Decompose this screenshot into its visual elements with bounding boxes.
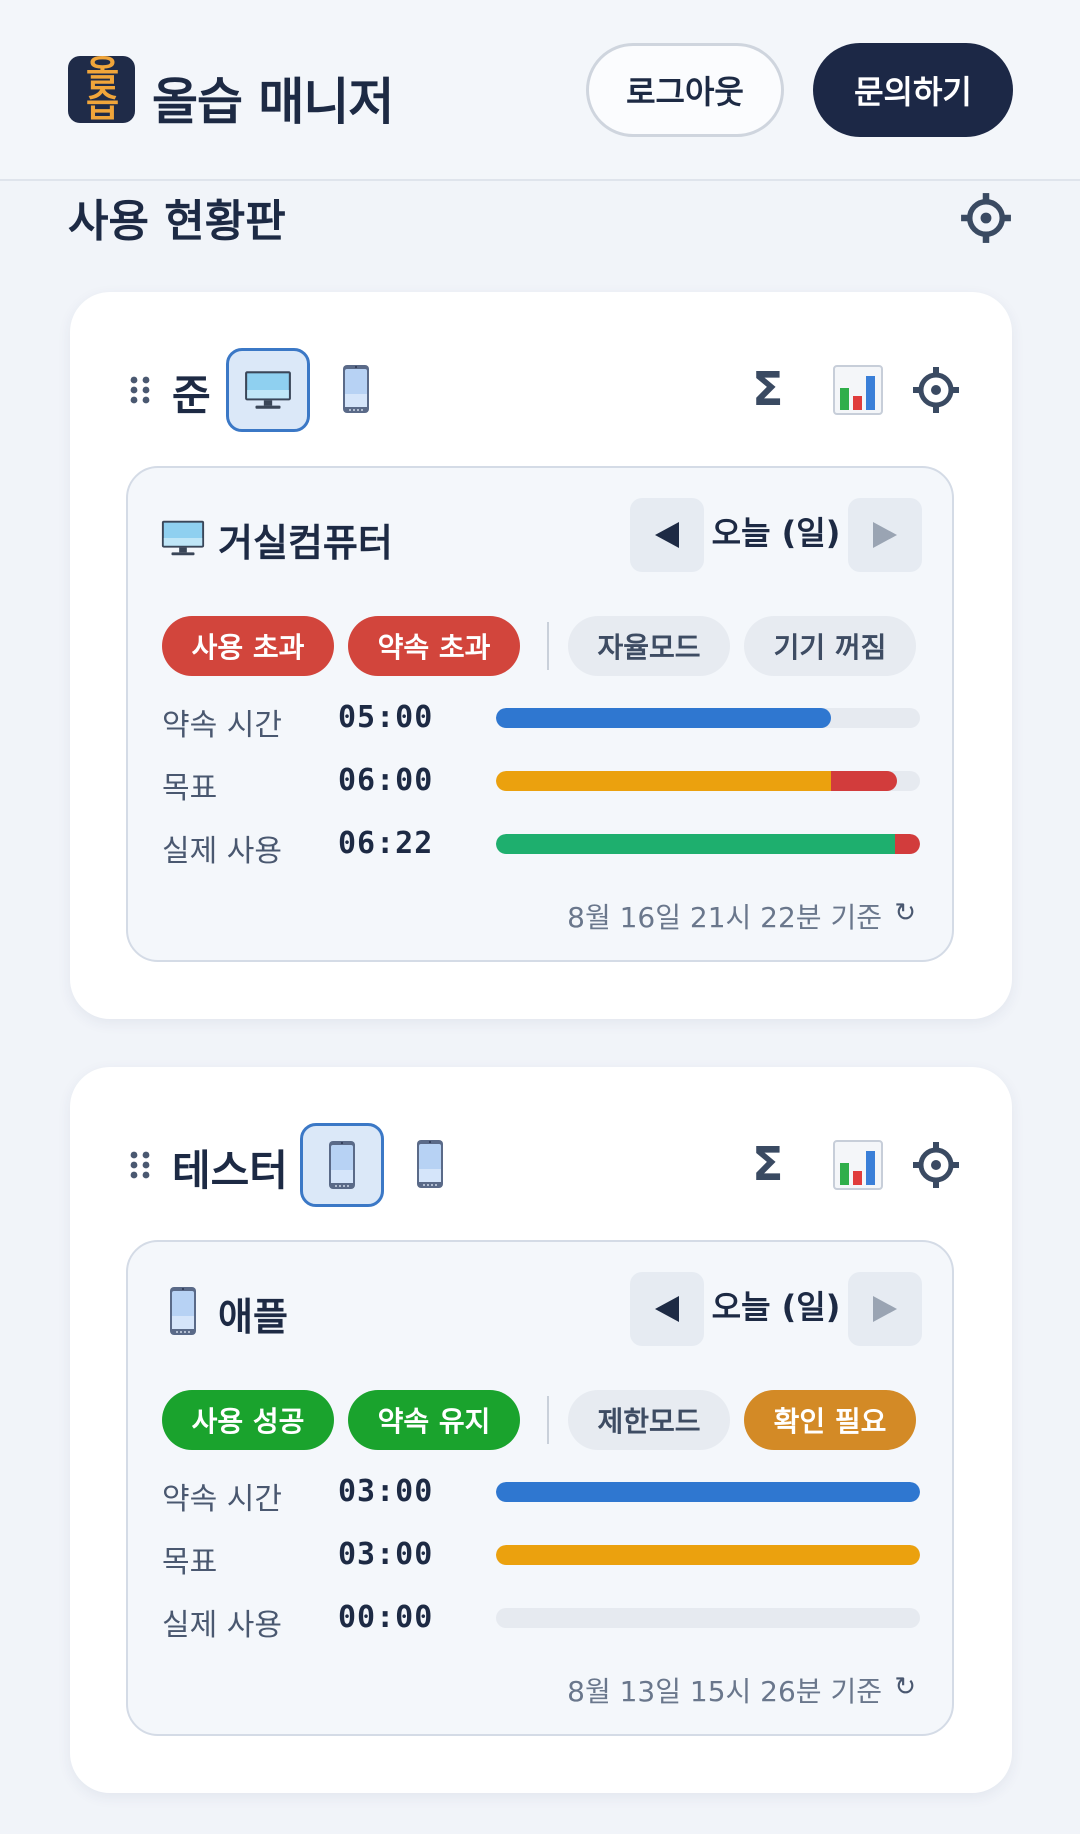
phone-icon	[168, 1286, 198, 1336]
prev-day-button[interactable]	[630, 1272, 704, 1346]
row-value: 06:22	[338, 826, 434, 861]
bar-chart-icon[interactable]	[832, 364, 884, 416]
row-value: 06:00	[338, 763, 434, 798]
refresh-icon[interactable]: ↻	[894, 1672, 916, 1702]
progress-fill	[496, 708, 831, 728]
progress-fill	[496, 1482, 920, 1502]
user-name: 테스터	[172, 1146, 288, 1195]
row-label: 약속 시간	[162, 708, 282, 743]
progress-fill	[496, 1545, 920, 1565]
row-label: 실제 사용	[162, 1608, 282, 1643]
next-day-button[interactable]	[848, 1272, 922, 1346]
gear-icon[interactable]	[912, 1141, 960, 1189]
row-value: 03:00	[338, 1537, 434, 1572]
updated-timestamp: 8월 13일 15시 26분 기준	[567, 1675, 882, 1708]
next-day-button[interactable]	[848, 498, 922, 572]
device-tab-monitor[interactable]	[226, 348, 310, 432]
phone-icon	[415, 1139, 445, 1189]
row-value: 00:00	[338, 1600, 434, 1635]
sigma-icon[interactable]: Σ	[752, 1137, 783, 1191]
mode-badge: 제한모드	[568, 1390, 730, 1450]
badge-divider	[547, 622, 549, 670]
chevron-left-icon	[655, 1296, 679, 1322]
attention-badge: 확인 필요	[744, 1390, 916, 1450]
user-card: 준 Σ 거실컴퓨터 오늘 (일) 사용 초과 약속 초과 자율모드 기기 꺼짐 …	[70, 292, 1012, 1019]
status-badge: 사용 성공	[162, 1390, 334, 1450]
drag-handle-icon[interactable]	[128, 375, 152, 405]
top-bar: 올 습 올습 매니저 로그아웃 문의하기	[0, 0, 1080, 181]
badge-divider	[547, 1396, 549, 1444]
chevron-right-icon	[873, 1296, 897, 1322]
app-logo: 올 습	[68, 56, 135, 123]
phone-icon	[341, 364, 371, 414]
date-label: 오늘 (일)	[711, 514, 841, 552]
progress-fill	[496, 771, 831, 791]
refresh-icon[interactable]: ↻	[894, 898, 916, 928]
progress-bar	[496, 1482, 920, 1502]
row-value: 05:00	[338, 700, 434, 735]
drag-handle-icon[interactable]	[128, 1150, 152, 1180]
progress-bar	[496, 834, 920, 854]
updated-timestamp: 8월 16일 21시 22분 기준	[567, 901, 882, 934]
bar-chart-icon[interactable]	[832, 1139, 884, 1191]
progress-bar	[496, 771, 920, 791]
row-label: 목표	[162, 1545, 218, 1580]
chevron-right-icon	[873, 522, 897, 548]
prev-day-button[interactable]	[630, 498, 704, 572]
app-title: 올습 매니저	[152, 73, 394, 131]
device-tab-phone[interactable]	[336, 362, 376, 416]
device-panel: 애플 오늘 (일) 사용 성공 약속 유지 제한모드 확인 필요 약속 시간 0…	[126, 1240, 954, 1736]
status-badge: 약속 초과	[348, 616, 520, 676]
monitor-icon	[243, 369, 293, 411]
row-label: 실제 사용	[162, 834, 282, 869]
user-name: 준	[172, 371, 211, 420]
contact-button[interactable]: 문의하기	[813, 43, 1013, 137]
settings-gear-icon[interactable]	[960, 192, 1012, 244]
monitor-icon	[160, 518, 206, 558]
progress-over-fill	[830, 771, 897, 791]
gear-icon[interactable]	[912, 366, 960, 414]
phone-icon	[327, 1140, 357, 1190]
logo-bottom-char: 습	[85, 84, 119, 125]
progress-bar	[496, 708, 920, 728]
user-card: 테스터 Σ 애플 오늘 (일) 사용 성공 약속 유지 제한모드 확인 필요 약…	[70, 1067, 1012, 1793]
page-title: 사용 현황판	[68, 196, 286, 247]
device-name: 애플	[218, 1295, 288, 1339]
progress-bar	[496, 1545, 920, 1565]
date-label: 오늘 (일)	[711, 1288, 841, 1326]
sigma-icon[interactable]: Σ	[752, 362, 783, 416]
chevron-left-icon	[655, 522, 679, 548]
status-badge: 약속 유지	[348, 1390, 520, 1450]
progress-over-fill	[894, 834, 920, 854]
device-panel: 거실컴퓨터 오늘 (일) 사용 초과 약속 초과 자율모드 기기 꺼짐 약속 시…	[126, 466, 954, 962]
device-tab-phone[interactable]	[300, 1123, 384, 1207]
status-badge: 사용 초과	[162, 616, 334, 676]
row-label: 약속 시간	[162, 1482, 282, 1517]
device-tab-phone-2[interactable]	[410, 1137, 450, 1191]
device-name: 거실컴퓨터	[218, 521, 393, 565]
device-state-badge: 기기 꺼짐	[744, 616, 916, 676]
mode-badge: 자율모드	[568, 616, 730, 676]
row-label: 목표	[162, 771, 218, 806]
logout-button[interactable]: 로그아웃	[586, 43, 784, 137]
row-value: 03:00	[338, 1474, 434, 1509]
progress-fill	[496, 834, 895, 854]
progress-bar	[496, 1608, 920, 1628]
